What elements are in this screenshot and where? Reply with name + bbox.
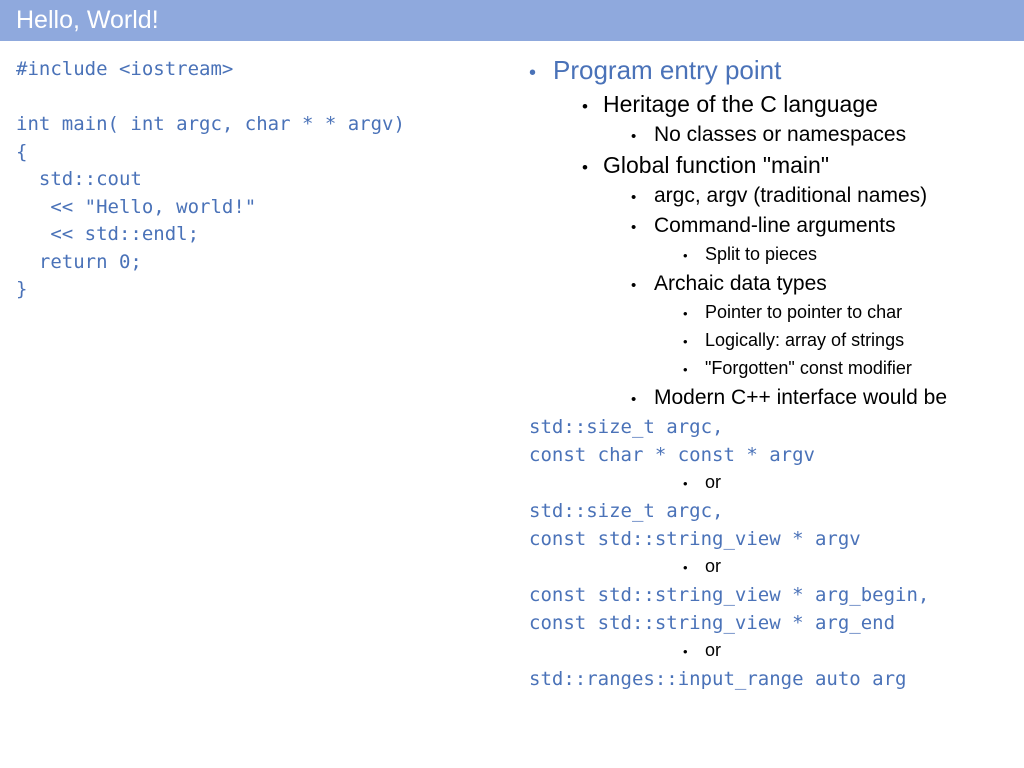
bullet-dot-icon: • [683,334,688,349]
bullet-dot-icon: • [631,391,637,408]
bullet-item-label: Global function "main" [603,152,830,178]
signature-code-line: std::ranges::input_range auto arg [529,668,907,690]
bullet-item-label: Program entry point [553,55,782,85]
bullet-dot-icon: • [683,248,688,263]
code-line: << std::endl; [16,223,200,245]
bullet-item-level-3: • Command-line arguments [515,211,1024,241]
bullet-item-level-4: • Logically: array of strings [515,327,1024,355]
bullet-item-level-3: • argc, argv (traditional names) [515,181,1024,211]
bullet-dot-icon: • [631,277,637,294]
bullet-dot-icon: • [631,128,637,145]
signature-code-line: const std::string_view * arg_end [529,612,896,634]
signature-code-line: const std::string_view * arg_begin, [529,584,930,606]
code-line: int main( int argc, char * * argv) [16,113,405,135]
slide-body: #include <iostream> int main( int argc, … [0,41,1024,768]
bullet-item-label: Split to pieces [705,244,818,264]
bullet-item-label: argc, argv (traditional names) [654,184,928,207]
bullet-dot-icon: • [582,158,588,177]
bullet-dot-icon: • [683,362,688,377]
signature-code-line: std::size_t argc, [529,416,724,438]
bullet-item-label: Archaic data types [654,272,827,295]
code-line: #include <iostream> [16,58,234,80]
bullet-item-level-3: • Archaic data types [515,269,1024,299]
code-line: } [16,278,28,300]
bullet-item-level-4: • or [515,637,1024,665]
code-line: return 0; [16,250,142,273]
bullet-item-label: Command-line arguments [654,214,896,237]
bullet-item-level-2: • Heritage of the C language [515,89,1024,120]
bullet-item-level-4: • Pointer to pointer to char [515,299,1024,327]
bullet-item-label: or [705,556,722,576]
bullet-item-level-2: • Global function "main" [515,150,1024,181]
bullet-dot-icon: • [683,644,688,659]
bullet-item-level-3: • No classes or namespaces [515,120,1024,150]
signature-code-line: std::size_t argc, [529,500,724,522]
signature-code-line: const char * const * argv [529,444,815,466]
bullet-outline-panel: • Program entry point • Heritage of the C l… [515,53,1024,693]
code-line: std::cout [16,168,142,190]
bullet-dot-icon: • [683,476,688,491]
bullet-dot-icon: • [683,306,688,321]
bullet-item-level-4: • or [515,469,1024,497]
bullet-dot-icon: • [683,560,688,575]
bullet-item-label: Modern C++ interface would be [654,386,948,409]
page-title: Hello, World! [16,6,159,34]
bullet-dot-icon: • [529,62,537,84]
bullet-dot-icon: • [631,189,637,206]
bullet-item-label: "Forgotten" const modifier [705,358,912,378]
code-line: << "Hello, world!" [16,195,257,218]
slide-title-bar: Hello, World! [0,0,1024,41]
code-line: { [16,140,28,163]
bullet-item-level-3: • Modern C++ interface would be [515,383,1024,413]
bullet-item-label: or [705,640,722,660]
code-sample-panel: #include <iostream> int main( int argc, … [16,56,496,304]
bullet-item-label: Pointer to pointer to char [705,302,903,322]
bullet-item-level-4: • Split to pieces [515,241,1024,269]
bullet-item-label: No classes or namespaces [654,123,907,146]
bullet-item-label: or [705,472,722,492]
bullet-item-level-4: • "Forgotten" const modifier [515,355,1024,383]
bullet-item-label: Heritage of the C language [603,91,878,117]
bullet-item-label: Logically: array of strings [705,330,905,350]
bullet-dot-icon: • [582,97,588,116]
bullet-item-level-1: • Program entry point [515,53,1024,89]
bullet-item-level-4: • or [515,553,1024,581]
signature-code-line: const std::string_view * argv [529,528,861,550]
bullet-dot-icon: • [631,219,637,236]
